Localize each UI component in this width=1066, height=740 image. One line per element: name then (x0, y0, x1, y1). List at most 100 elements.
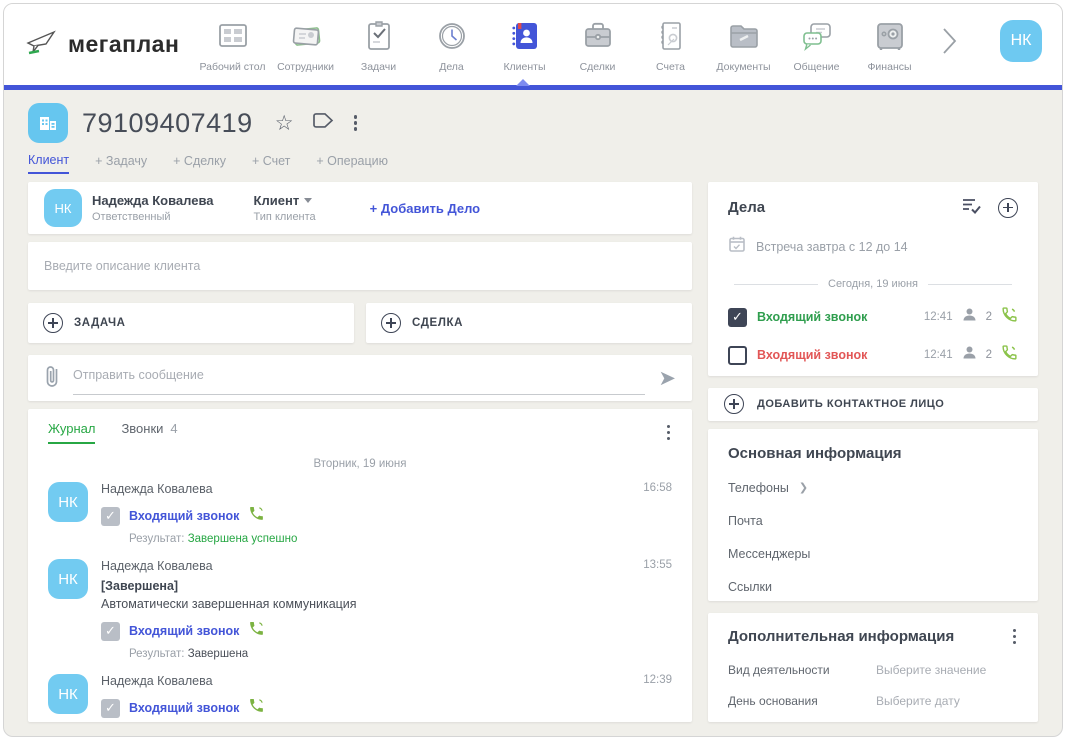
info-row-email[interactable]: Почта (728, 514, 1018, 528)
todo-checkbox-unchecked[interactable] (728, 346, 747, 365)
calls-count-badge: 4 (170, 421, 177, 436)
todo-checkbox-checked[interactable]: ✓ (728, 308, 747, 327)
megaplan-logo[interactable]: мегаплан (24, 27, 196, 62)
dashboard-icon (214, 17, 252, 55)
nav-item-clients[interactable]: Клиенты (488, 17, 561, 73)
favorite-star-icon[interactable]: ☆ (275, 113, 294, 134)
entity-header: 79109407419 ☆ (28, 100, 1038, 146)
info-row-links[interactable]: Ссылки (728, 580, 1018, 594)
phone-call-icon[interactable] (1001, 306, 1018, 328)
nav-item-invoices[interactable]: Счета (634, 17, 707, 73)
journal-menu-icon[interactable] (665, 423, 673, 443)
incoming-call-link[interactable]: Входящий звонок (129, 701, 239, 715)
phone-call-icon[interactable] (1001, 344, 1018, 366)
composer-placeholder: Отправить сообщение (73, 368, 204, 382)
nav-item-chat[interactable]: Общение (780, 17, 853, 73)
info-row-messengers[interactable]: Мессенджеры (728, 547, 1018, 561)
entry-author[interactable]: Надежда Ковалева (101, 482, 213, 496)
todo-time: 12:41 (924, 349, 953, 361)
nav-item-cases[interactable]: Дела (415, 17, 488, 73)
tab-add-task[interactable]: + Задачу (95, 154, 147, 173)
nav-item-employees[interactable]: Сотрудники (269, 17, 342, 73)
todo-time: 12:41 (924, 311, 953, 323)
calendar-icon (728, 235, 746, 258)
tab-add-deal[interactable]: + Сделку (173, 154, 226, 173)
nav-item-deals[interactable]: Сделки (561, 17, 634, 73)
nav-item-documents[interactable]: Документы (707, 17, 780, 73)
nav-item-finance[interactable]: Финансы (853, 17, 926, 73)
main-info-title: Основная информация (728, 445, 1018, 462)
incoming-call-link[interactable]: Входящий звонок (129, 624, 239, 638)
todo-item: ✓ Входящий звонок 12:41 2 (728, 306, 1018, 328)
send-icon[interactable]: ➤ (658, 368, 676, 389)
clock-icon (433, 17, 471, 55)
tag-icon[interactable] (312, 113, 334, 134)
extra-info-menu-icon[interactable] (1011, 627, 1019, 647)
client-type-label: Тип клиента (254, 211, 316, 223)
journal-tabs: Журнал Звонки4 (48, 421, 672, 444)
attachment-paperclip-icon[interactable] (44, 364, 60, 393)
participants-icon (962, 345, 977, 365)
nav-more-chevron-icon[interactable] (936, 21, 962, 66)
activity-type-select[interactable]: Выберите значение (876, 663, 986, 677)
extra-info-title: Дополнительная информация (728, 628, 954, 645)
field-founding-day: День основания Выберите дату (728, 694, 1018, 708)
add-todo-icon[interactable] (998, 198, 1018, 218)
add-task-button[interactable]: ЗАДАЧА (28, 303, 354, 343)
user-avatar[interactable]: НК (1000, 20, 1042, 62)
active-tab-caret (516, 79, 530, 86)
employees-icon (287, 17, 325, 55)
entry-author[interactable]: Надежда Ковалева (101, 559, 213, 573)
add-case-link[interactable]: + Добавить Дело (370, 201, 480, 216)
journal-entry: НК Надежда Ковалева12:39 ✓ Входящий звон… (48, 674, 672, 722)
todos-date-divider: Сегодня, 19 июня (734, 278, 1012, 290)
nav-label: Финансы (867, 61, 911, 73)
call-checkbox[interactable]: ✓ (101, 622, 120, 641)
entry-time: 16:58 (643, 482, 672, 496)
avatar[interactable]: НК (48, 559, 88, 599)
todo-call-link[interactable]: Входящий звонок (757, 310, 867, 324)
upcoming-todo[interactable]: Встреча завтра с 12 до 14 (728, 235, 1018, 258)
todo-call-link[interactable]: Входящий звонок (757, 348, 867, 362)
clients-book-icon (506, 17, 544, 55)
responsible-name[interactable]: Надежда Ковалева (92, 193, 214, 208)
tab-add-operation[interactable]: + Операцию (316, 154, 388, 173)
nav-label: Счета (656, 61, 685, 73)
call-checkbox[interactable]: ✓ (101, 699, 120, 718)
title-actions: ☆ (275, 113, 359, 134)
avatar[interactable]: НК (48, 674, 88, 714)
title-menu-icon[interactable] (352, 113, 360, 133)
message-input[interactable]: Отправить сообщение (73, 362, 645, 395)
client-type-dropdown[interactable]: Клиент (254, 193, 316, 208)
entry-author[interactable]: Надежда Ковалева (101, 674, 213, 688)
tab-calls[interactable]: Звонки4 (121, 421, 177, 444)
tab-add-invoice[interactable]: + Счет (252, 154, 290, 173)
tab-client[interactable]: Клиент (28, 153, 69, 174)
nav-item-tasks[interactable]: Задачи (342, 17, 415, 73)
top-navigation: мегаплан Рабочий стол Сотрудники Задачи … (4, 4, 1062, 85)
entry-note: Автоматически завершенная коммуникация (101, 597, 672, 611)
tab-journal[interactable]: Журнал (48, 421, 95, 444)
avatar[interactable]: НК (48, 482, 88, 522)
add-deal-button[interactable]: СДЕЛКА (366, 303, 692, 343)
nav-item-desktop[interactable]: Рабочий стол (196, 17, 269, 73)
client-description-field[interactable]: Введите описание клиента (28, 242, 692, 290)
journal-panel: Журнал Звонки4 Вторник, 19 июня НК Надеж… (28, 409, 692, 722)
call-checkbox[interactable]: ✓ (101, 507, 120, 526)
list-check-icon[interactable] (961, 196, 982, 219)
page-title: 79109407419 (82, 108, 253, 139)
entry-time: 13:55 (643, 559, 672, 573)
participants-icon (962, 307, 977, 327)
phone-call-icon (248, 505, 265, 527)
safe-icon (871, 17, 909, 55)
info-row-phones[interactable]: Телефоны❯ (728, 481, 1018, 495)
incoming-call-link[interactable]: Входящий звонок (129, 509, 239, 523)
add-contact-button[interactable]: ДОБАВИТЬ КОНТАКТНОЕ ЛИЦО (708, 388, 1038, 421)
tasks-icon (360, 17, 398, 55)
founding-day-datepicker[interactable]: Выберите дату (876, 694, 960, 708)
logo-text: мегаплан (68, 31, 179, 58)
responsible-avatar[interactable]: НК (44, 189, 82, 227)
main-content: 79109407419 ☆ Клиент + Задачу + Сделку +… (4, 90, 1062, 736)
nav-label: Документы (716, 61, 770, 73)
briefcase-icon (579, 17, 617, 55)
